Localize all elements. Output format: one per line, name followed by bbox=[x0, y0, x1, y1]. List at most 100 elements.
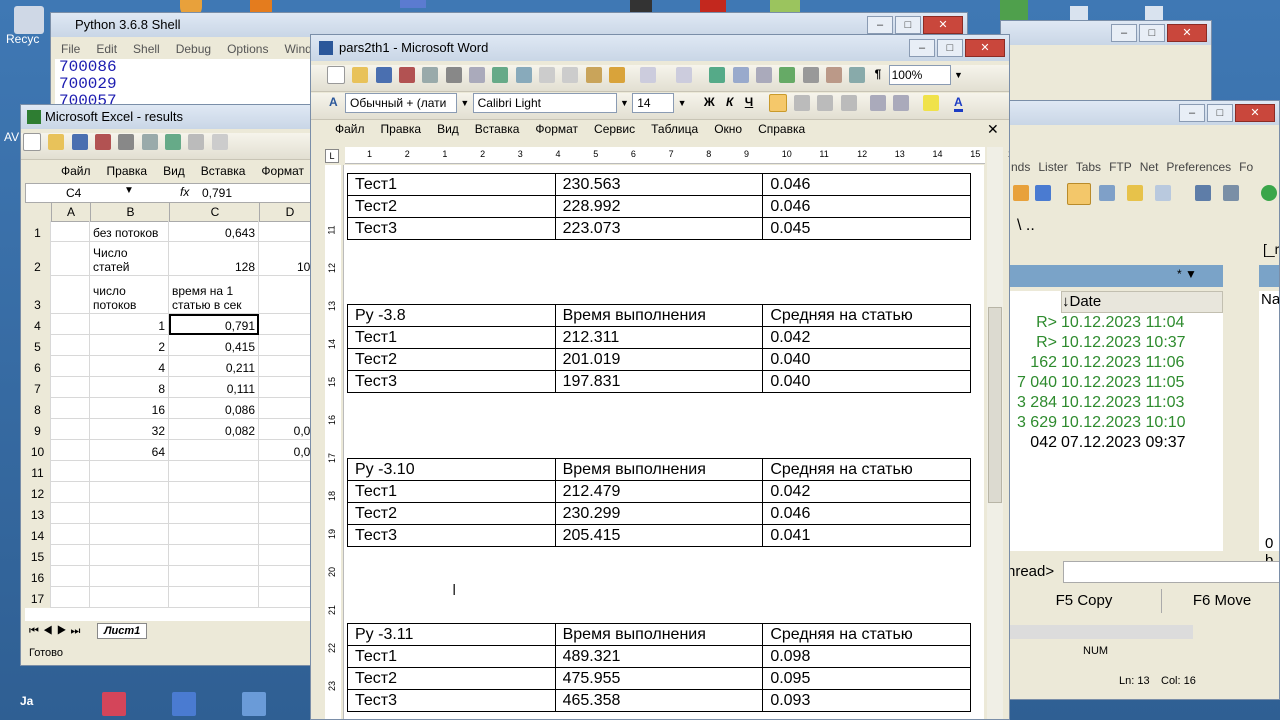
numbering-icon[interactable] bbox=[869, 95, 886, 111]
row-header[interactable]: 16 bbox=[25, 566, 51, 587]
close-document-button[interactable]: ✕ bbox=[987, 121, 999, 138]
list-item[interactable]: 162 10.12.2023 11:06 bbox=[1007, 353, 1223, 373]
cell[interactable] bbox=[169, 482, 259, 503]
sheet-tab[interactable]: Лист1 bbox=[97, 623, 148, 639]
drawing-icon[interactable] bbox=[825, 67, 842, 83]
list-item[interactable]: 7 040 10.12.2023 11:05 bbox=[1007, 373, 1223, 393]
row-header[interactable]: 15 bbox=[25, 545, 51, 566]
show-formatting-icon[interactable]: ¶ bbox=[875, 67, 882, 81]
row-header[interactable]: 14 bbox=[25, 524, 51, 545]
cell[interactable] bbox=[169, 503, 259, 524]
app-icon[interactable] bbox=[1223, 185, 1239, 201]
table-cell[interactable]: 0.046 bbox=[762, 195, 971, 218]
menu-item[interactable]: Shell bbox=[125, 39, 168, 59]
table-cell[interactable]: Время выполнения bbox=[554, 304, 764, 327]
scroll-thumb[interactable] bbox=[988, 307, 1002, 503]
research-icon[interactable] bbox=[515, 67, 532, 83]
maximize-button[interactable]: □ bbox=[1139, 24, 1165, 42]
app-icon[interactable] bbox=[242, 692, 266, 716]
row-header[interactable]: 8 bbox=[25, 398, 51, 419]
table-cell[interactable]: Py -3.8 bbox=[347, 304, 556, 327]
list-item[interactable]: 3 629 10.12.2023 10:10 bbox=[1007, 413, 1223, 433]
table-cell[interactable]: 223.073 bbox=[554, 217, 764, 240]
table-cell[interactable]: 197.831 bbox=[554, 370, 764, 393]
vertical-ruler[interactable]: 1112131415161718192021222324 bbox=[325, 165, 341, 719]
email-icon[interactable] bbox=[422, 67, 439, 83]
cell[interactable] bbox=[51, 377, 90, 398]
menu-item[interactable]: nds bbox=[1007, 157, 1034, 177]
print-preview-icon[interactable] bbox=[469, 67, 486, 83]
menu-item[interactable]: File bbox=[53, 39, 88, 59]
underline-button[interactable]: Ч bbox=[745, 95, 753, 109]
print-preview-icon[interactable] bbox=[141, 134, 158, 150]
cell[interactable] bbox=[51, 335, 90, 356]
row-header[interactable]: 3 bbox=[25, 276, 51, 314]
maximize-button[interactable]: □ bbox=[1207, 104, 1233, 122]
save-icon[interactable] bbox=[375, 67, 392, 83]
tc-cmdline-input[interactable] bbox=[1063, 561, 1279, 583]
cell[interactable] bbox=[90, 587, 169, 608]
font-box[interactable]: Calibri Light bbox=[472, 93, 617, 113]
menu-item[interactable]: Вид bbox=[429, 119, 467, 139]
permission-icon[interactable] bbox=[95, 134, 112, 150]
table-cell[interactable]: 228.992 bbox=[554, 195, 764, 218]
tc-hscroll[interactable] bbox=[1007, 625, 1193, 639]
style-box[interactable]: Обычный + (лати bbox=[345, 93, 458, 113]
table-cell[interactable]: 212.479 bbox=[554, 480, 764, 503]
table-cell[interactable]: Тест2 bbox=[347, 348, 556, 371]
row-header[interactable]: 9 bbox=[25, 419, 51, 440]
menu-item[interactable]: Справка bbox=[750, 119, 813, 139]
table-cell[interactable]: 0.098 bbox=[762, 645, 971, 668]
table-cell[interactable]: 0.042 bbox=[762, 480, 971, 503]
column-header[interactable]: B bbox=[90, 203, 170, 221]
row-header[interactable]: 10 bbox=[25, 440, 51, 461]
cell[interactable]: без потоков bbox=[90, 221, 169, 242]
cell[interactable] bbox=[169, 461, 259, 482]
row-header[interactable]: 12 bbox=[25, 482, 51, 503]
cell[interactable] bbox=[51, 419, 90, 440]
minimize-button[interactable]: – bbox=[909, 39, 935, 57]
table-cell[interactable]: Время выполнения bbox=[554, 458, 764, 481]
column-header[interactable]: C bbox=[169, 203, 260, 221]
menu-item[interactable]: Сервис bbox=[586, 119, 643, 139]
minimize-button[interactable]: – bbox=[1179, 104, 1205, 122]
menu-item[interactable]: Вставка bbox=[193, 161, 254, 181]
cell[interactable]: 0,415 bbox=[169, 335, 259, 356]
table-cell[interactable]: Тест1 bbox=[347, 480, 556, 503]
menu-item[interactable]: Файл bbox=[327, 119, 373, 139]
cell[interactable] bbox=[51, 276, 90, 314]
table-cell[interactable]: Тест3 bbox=[347, 689, 556, 712]
tables-borders-icon[interactable] bbox=[732, 67, 749, 83]
cell[interactable]: 0,111 bbox=[169, 377, 259, 398]
table-cell[interactable]: 230.299 bbox=[554, 502, 764, 525]
table-cell[interactable]: 0.045 bbox=[762, 217, 971, 240]
chevron-down-icon[interactable]: ▼ bbox=[460, 98, 469, 108]
cell[interactable] bbox=[90, 482, 169, 503]
menu-item[interactable]: Вставка bbox=[467, 119, 528, 139]
row-header[interactable]: 13 bbox=[25, 503, 51, 524]
font-color-icon[interactable]: A bbox=[953, 95, 963, 113]
cell[interactable]: 32 bbox=[90, 419, 169, 440]
format-painter-icon[interactable] bbox=[609, 67, 626, 83]
cell[interactable]: 0,211 bbox=[169, 356, 259, 377]
spelling-icon[interactable] bbox=[492, 67, 509, 83]
column-header[interactable]: A bbox=[51, 203, 90, 221]
app-icon[interactable] bbox=[1000, 0, 1028, 22]
cell[interactable] bbox=[51, 545, 90, 566]
cell[interactable] bbox=[51, 398, 90, 419]
cell[interactable] bbox=[169, 524, 259, 545]
f6-move-button[interactable]: F6 Move bbox=[1163, 589, 1279, 613]
highlight-icon[interactable] bbox=[922, 95, 939, 111]
maximize-button[interactable]: □ bbox=[937, 39, 963, 57]
cell[interactable] bbox=[169, 440, 259, 461]
menu-item[interactable]: Options bbox=[219, 39, 276, 59]
cell[interactable] bbox=[90, 461, 169, 482]
sheet-nav-icons[interactable]: ⏮◀▶⏭ bbox=[29, 625, 84, 638]
cell[interactable]: 0,791 bbox=[169, 314, 259, 335]
date-column-header[interactable]: ↓Date bbox=[1061, 291, 1223, 313]
cell[interactable] bbox=[90, 503, 169, 524]
cell[interactable]: 4 bbox=[90, 356, 169, 377]
menu-item[interactable]: Таблица bbox=[643, 119, 706, 139]
menu-item[interactable]: Правка bbox=[99, 161, 156, 181]
formula-value[interactable]: 0,791 bbox=[202, 186, 232, 200]
